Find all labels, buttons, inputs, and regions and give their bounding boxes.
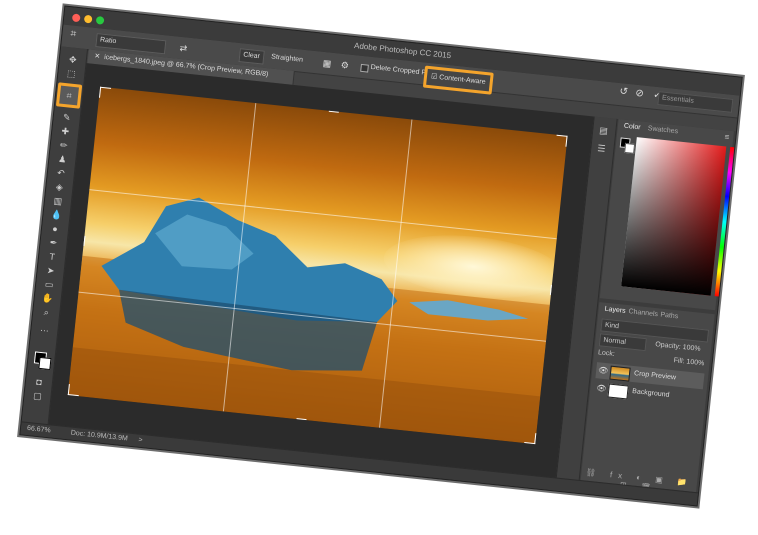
history-brush-icon[interactable]: ↶ [54, 166, 67, 179]
tab-swatches[interactable]: Swatches [647, 125, 678, 135]
iceberg-image-crop-preview[interactable] [67, 86, 568, 445]
crop-handle-top-left[interactable] [97, 86, 112, 99]
marquee-icon[interactable]: ⬚ [65, 67, 78, 80]
crop-handle-top-right[interactable] [555, 132, 568, 147]
gradient-icon[interactable]: ▥ [51, 194, 64, 207]
eyedropper-icon[interactable]: ✎ [60, 111, 73, 124]
hand-icon[interactable]: ✋ [41, 292, 54, 305]
swap-dimensions-icon[interactable]: ⇄ [179, 42, 188, 55]
type-icon[interactable]: T [46, 250, 59, 263]
brush-icon[interactable]: ✏ [57, 139, 70, 152]
quick-mask-icon[interactable]: ◘ [32, 375, 45, 388]
clear-button[interactable]: Clear [238, 48, 265, 65]
tab-channels[interactable]: Channels [628, 308, 658, 318]
photoshop-window: Adobe Photoshop CC 2015 ⌗ Ratio ⇄ Clear … [19, 5, 743, 507]
canvas-area [48, 63, 594, 479]
tab-paths[interactable]: Paths [660, 312, 679, 321]
layers-panel: Layers Channels Paths Kind Normal Opacit… [580, 302, 715, 494]
visibility-eye-icon[interactable]: 👁 [596, 380, 608, 397]
visibility-eye-icon[interactable]: 👁 [597, 362, 609, 379]
crop-handle-bottom[interactable] [296, 418, 307, 423]
grid-overlay-icon[interactable]: ▦ [322, 57, 332, 70]
screen-mode-icon[interactable]: ▢ [31, 389, 44, 402]
path-select-icon[interactable]: ➤ [44, 264, 57, 277]
reset-icon[interactable]: ↺ [619, 86, 628, 99]
zoom-icon[interactable]: ⌕ [40, 306, 53, 319]
tab-layers[interactable]: Layers [604, 306, 626, 315]
pen-icon[interactable]: ✒ [47, 236, 60, 249]
crop-icon[interactable]: ⌗ [55, 82, 83, 109]
healing-icon[interactable]: ✚ [59, 125, 72, 138]
gear-icon[interactable]: ⚙ [340, 59, 349, 72]
status-menu-arrow[interactable]: > [138, 435, 143, 447]
history-panel-icon[interactable]: ▤ [599, 125, 609, 137]
more-tools-icon[interactable]: … [38, 322, 51, 335]
zoom-level[interactable]: 66.67% [26, 423, 51, 437]
properties-panel-icon[interactable]: ☰ [597, 143, 606, 155]
background-color-chip[interactable] [624, 142, 636, 154]
color-panel: Color Swatches ≡ [599, 119, 739, 311]
content-aware-checkbox[interactable]: ☑ Content-Aware [422, 65, 494, 95]
eraser-icon[interactable]: ◈ [53, 180, 66, 193]
crop-handle-bottom-left[interactable] [67, 383, 80, 399]
panel-menu-icon[interactable]: ≡ [724, 132, 730, 141]
stamp-icon[interactable]: ♟ [56, 153, 69, 166]
crop-handle-bottom-right[interactable] [524, 432, 539, 445]
color-picker-field[interactable] [621, 137, 727, 296]
move-icon[interactable]: ✥ [66, 53, 79, 66]
iceberg-illustration [67, 197, 550, 445]
blur-icon[interactable]: 💧 [50, 208, 63, 221]
close-icon[interactable]: ✕ [94, 53, 101, 61]
workspace-select[interactable]: Essentials [657, 91, 734, 113]
delete-cropped-checkbox[interactable] [360, 63, 369, 73]
layer-thumbnail [607, 383, 629, 400]
background-color-swatch[interactable] [38, 356, 52, 371]
layer-thumbnail [609, 365, 631, 382]
crop-options-icon[interactable]: ⌗ [70, 28, 77, 41]
fill-control[interactable]: Fill: 100% [673, 355, 706, 369]
layer-name: Crop Preview [633, 370, 677, 382]
layer-name: Background [631, 388, 670, 399]
cancel-icon[interactable]: ⊘ [635, 88, 644, 101]
crop-handle-right[interactable] [549, 284, 554, 296]
straighten-button[interactable]: Straighten [271, 51, 304, 66]
dodge-icon[interactable]: ● [48, 222, 61, 235]
shape-icon[interactable]: ▭ [43, 278, 56, 291]
tab-color[interactable]: Color [624, 123, 641, 132]
content-aware-label: Content-Aware [438, 74, 486, 86]
